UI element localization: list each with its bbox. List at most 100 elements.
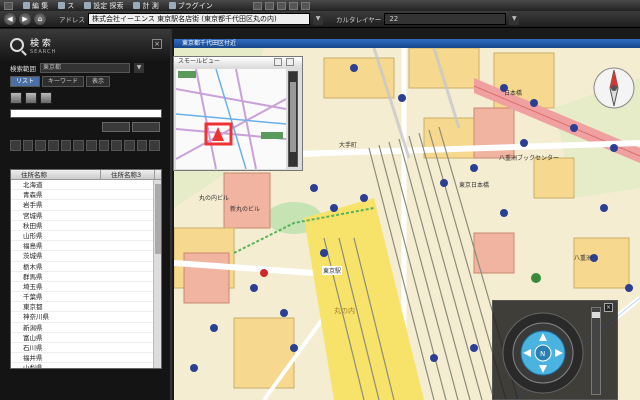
star-icon[interactable] bbox=[40, 92, 52, 104]
kana-key[interactable] bbox=[98, 140, 110, 151]
layer-dropdown-button[interactable]: ▼ bbox=[509, 13, 520, 25]
result-row[interactable]: 山梨県 bbox=[11, 363, 161, 368]
print-button[interactable] bbox=[276, 1, 286, 10]
result-row[interactable]: 群馬県 bbox=[11, 272, 161, 282]
tab-list[interactable]: リスト bbox=[10, 76, 41, 87]
keyword-input[interactable] bbox=[10, 109, 162, 118]
menu-item-tool[interactable]: ス bbox=[58, 1, 74, 11]
range-dropdown-button[interactable]: ▼ bbox=[134, 63, 144, 73]
small-view-zoom-slider[interactable] bbox=[288, 71, 298, 167]
zoom-in-button[interactable] bbox=[252, 1, 262, 10]
result-row[interactable]: 栃木県 bbox=[11, 262, 161, 272]
menu-item-settings[interactable]: 設定 探索 bbox=[84, 1, 123, 11]
back-button[interactable]: ◀ bbox=[4, 13, 16, 25]
result-row[interactable]: 宮城県 bbox=[11, 211, 161, 221]
grid-button[interactable] bbox=[300, 1, 310, 10]
results-scrollbar[interactable] bbox=[153, 180, 161, 368]
zoom-out-button[interactable] bbox=[264, 1, 274, 10]
result-row[interactable]: 福島県 bbox=[11, 241, 161, 252]
search-button[interactable] bbox=[102, 122, 130, 132]
svg-text:N: N bbox=[540, 350, 545, 358]
result-row[interactable]: 山形県 bbox=[11, 231, 161, 242]
search-toolbar bbox=[10, 89, 160, 107]
address-bar: ◀ ▶ ⌂ アドレス 株式会社イーエンス 東京駅名店街 (東京都千代田区丸の内)… bbox=[0, 11, 640, 28]
result-row[interactable]: 千葉県 bbox=[11, 292, 161, 303]
address-dropdown-button[interactable]: ▼ bbox=[313, 13, 323, 25]
results-body: 北海道 青森県 岩手県 宮城県 秋田県 山形県 福島県 茨城県 栃木県 群馬県 埼玉県 千葉県 東京都神… bbox=[11, 180, 161, 368]
list-view-icon[interactable] bbox=[10, 92, 22, 104]
small-view-title: スモールビュー bbox=[174, 57, 302, 67]
search-subtitle: SEARCH bbox=[30, 48, 57, 55]
layer-select[interactable]: 22 bbox=[384, 13, 507, 25]
result-row[interactable]: 北海道 bbox=[11, 180, 161, 191]
map-label: 丸の内 bbox=[334, 307, 355, 315]
small-view-map[interactable] bbox=[176, 69, 286, 169]
result-row[interactable]: 青森県 bbox=[11, 190, 161, 201]
result-row[interactable]: 石川県 bbox=[11, 343, 161, 354]
menu-label: 計 測 bbox=[142, 1, 159, 10]
kana-key[interactable] bbox=[35, 140, 47, 151]
panel-close-button[interactable]: × bbox=[152, 39, 162, 49]
rotation-dial[interactable]: N bbox=[497, 303, 597, 399]
layer-button[interactable] bbox=[288, 1, 298, 10]
clear-button[interactable] bbox=[132, 122, 160, 132]
search-button-row bbox=[10, 122, 160, 134]
result-row[interactable]: 福井県 bbox=[11, 353, 161, 364]
kana-key[interactable] bbox=[73, 140, 85, 151]
map-titlebar: 東京都千代田区付近 bbox=[174, 39, 640, 48]
menu-label: 編 集 bbox=[32, 1, 49, 10]
map-title: 東京都千代田区付近 bbox=[182, 40, 237, 47]
result-row[interactable]: 神奈川県 bbox=[11, 312, 161, 323]
close-icon[interactable] bbox=[286, 58, 294, 66]
navigation-close-button[interactable]: × bbox=[604, 303, 613, 312]
kana-key[interactable] bbox=[136, 140, 148, 151]
results-table: 住所名称 住所名称3 北海道 青森県 岩手県 宮城県 秋田県 山形県 福島県 茨城県 栃木県 群馬… bbox=[10, 169, 162, 369]
search-title: 検 索 bbox=[30, 38, 51, 49]
map-label: 大手町 bbox=[339, 142, 358, 149]
kana-key[interactable] bbox=[10, 140, 21, 151]
kana-key[interactable] bbox=[60, 140, 72, 151]
search-header: 検 索 SEARCH × bbox=[0, 29, 170, 61]
navigation-controller: N bbox=[492, 300, 618, 400]
measure-icon bbox=[133, 2, 141, 9]
address-field[interactable]: 株式会社イーエンス 東京駅名店街 (東京都千代田区丸の内) bbox=[88, 13, 310, 25]
result-row[interactable]: 埼玉県 bbox=[11, 282, 161, 293]
result-row[interactable]: 秋田県 bbox=[11, 221, 161, 231]
menu-label: ス bbox=[67, 1, 75, 10]
zoom-slider[interactable] bbox=[591, 307, 601, 395]
kana-key[interactable] bbox=[111, 140, 123, 151]
menu-item-edit[interactable]: 編 集 bbox=[23, 1, 48, 11]
kana-key[interactable] bbox=[124, 140, 135, 151]
range-select[interactable]: 東京都 bbox=[40, 63, 130, 73]
menu-item-measure[interactable]: 計 測 bbox=[133, 1, 159, 11]
building-icon[interactable] bbox=[25, 92, 37, 104]
tab-display[interactable]: 表示 bbox=[86, 76, 111, 87]
map-label: 日本橋 bbox=[504, 90, 523, 97]
result-row[interactable]: 富山県 bbox=[11, 333, 161, 343]
menu-item-plugin[interactable]: ブラグイン bbox=[168, 1, 213, 11]
kana-key[interactable] bbox=[149, 140, 161, 151]
address-label: アドレス bbox=[59, 16, 85, 24]
forward-button[interactable]: ▶ bbox=[19, 13, 31, 25]
tab-keyword[interactable]: キーワード bbox=[42, 76, 85, 87]
scroll-thumb[interactable] bbox=[155, 184, 161, 254]
tool-icon bbox=[58, 2, 66, 9]
kana-key[interactable] bbox=[48, 140, 59, 151]
layer-label: カルタレイヤー bbox=[336, 16, 382, 24]
result-row[interactable]: 新潟県 bbox=[11, 323, 161, 333]
column-header[interactable]: 住所名称 bbox=[11, 170, 101, 179]
minimize-icon[interactable] bbox=[274, 58, 282, 66]
column-header[interactable]: 住所名称3 bbox=[101, 170, 155, 179]
result-row[interactable]: 東京都 bbox=[11, 302, 161, 313]
kana-key[interactable] bbox=[22, 140, 34, 151]
map-label: 丸の内ビル bbox=[199, 195, 230, 202]
range-label: 検索範囲 bbox=[10, 65, 36, 73]
result-row[interactable]: 茨城県 bbox=[11, 251, 161, 262]
home-button[interactable]: ⌂ bbox=[34, 13, 46, 25]
window-button[interactable] bbox=[4, 1, 13, 10]
kana-key[interactable] bbox=[86, 140, 97, 151]
map-label: 東京日本橋 bbox=[459, 182, 490, 189]
result-row[interactable]: 岩手県 bbox=[11, 200, 161, 211]
kana-index-row bbox=[10, 140, 161, 151]
map-label: 八重洲ブックセンター bbox=[499, 155, 560, 162]
